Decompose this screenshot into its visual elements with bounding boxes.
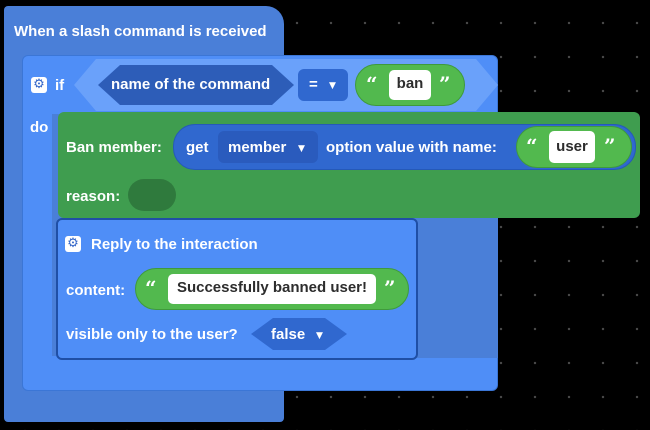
reason-label: reason: [66,188,121,205]
close-quote-icon: ” [384,276,396,300]
visible-boolean-value: false [271,326,306,343]
event-block-label: When a slash command is received [14,23,267,40]
user-text-field[interactable]: user [549,131,595,163]
get-label: get [186,139,209,156]
close-quote-icon: ” [439,72,451,96]
chevron-down-icon: ▼ [298,144,305,154]
close-quote-icon: ” [604,134,616,158]
gear-icon[interactable]: ⚙ [65,236,81,252]
chevron-down-icon: ▼ [329,81,336,91]
if-label: if [55,77,65,94]
reason-input-slot[interactable] [128,179,176,211]
ban-text-field[interactable]: ban [389,70,431,100]
option-value-label: option value with name: [326,139,497,156]
content-text-field[interactable]: Successfully banned user! [168,274,376,304]
operator-value: = [309,76,318,93]
do-label: do [30,119,49,136]
command-name-label: name of the command [111,76,271,93]
open-quote-icon: “ [145,276,157,300]
chevron-down-icon: ▼ [316,331,323,341]
reply-block-title: Reply to the interaction [91,236,258,253]
ban-member-label: Ban member: [66,139,162,156]
member-dropdown-value: member [228,139,287,156]
operator-dropdown[interactable] [298,69,348,101]
open-quote-icon: “ [526,134,538,158]
open-quote-icon: “ [366,72,378,96]
content-label: content: [66,282,126,299]
visible-only-label: visible only to the user? [66,326,238,343]
gear-icon[interactable]: ⚙ [31,77,47,93]
